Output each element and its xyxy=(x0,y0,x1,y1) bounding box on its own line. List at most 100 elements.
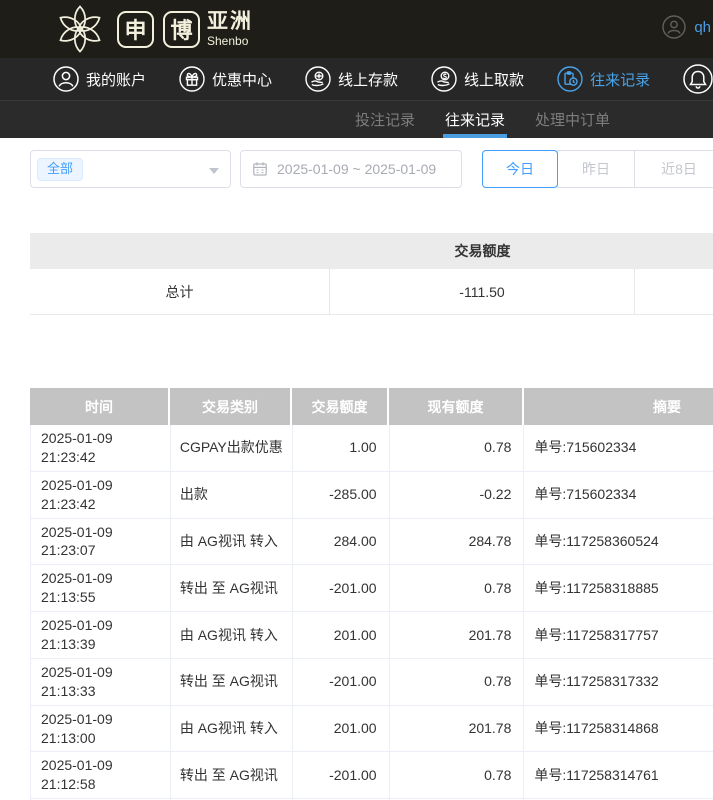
tab-label: 投注记录 xyxy=(355,109,415,130)
record-tabs: 投注记录 往来记录 处理中订单 xyxy=(355,101,610,138)
cell-summary: 单号:117258360524 xyxy=(524,519,713,565)
cell-balance: 0.78 xyxy=(390,565,525,611)
table-row: 2025-01-09 21:13:55 转出 至 AG视讯 -201.00 0.… xyxy=(30,565,713,612)
tab-betting-records[interactable]: 投注记录 xyxy=(355,101,415,138)
username-text[interactable]: qh xyxy=(694,19,711,36)
logo-region-text: 亚洲 xyxy=(207,11,253,32)
calendar-icon xyxy=(252,161,268,177)
cell-time: 2025-01-09 21:13:55 xyxy=(31,565,171,611)
column-header-type: 交易类别 xyxy=(170,388,292,425)
cell-amount: 201.00 xyxy=(293,706,390,752)
sub-nav: 投注记录 往来记录 处理中订单 xyxy=(0,100,713,138)
logo-char: 博 xyxy=(170,13,192,45)
summary-total-label: 总计 xyxy=(30,269,330,314)
cell-type: 转出 至 AG视讯 xyxy=(171,565,293,611)
records-header-row: 时间 交易类别 交易额度 现有额度 摘要 xyxy=(30,388,713,425)
cell-time: 2025-01-09 21:13:33 xyxy=(31,659,171,705)
cell-balance: 201.78 xyxy=(390,706,525,752)
records-icon xyxy=(557,66,583,92)
cell-balance: -0.22 xyxy=(390,472,525,518)
nav-item-withdraw[interactable]: 线上取款 xyxy=(431,66,524,92)
cell-time: 2025-01-09 21:23:07 xyxy=(31,519,171,565)
cell-time: 2025-01-09 21:12:58 xyxy=(31,752,171,798)
nav-item-my-account[interactable]: 我的账户 xyxy=(53,66,146,92)
cell-summary: 单号:117258317757 xyxy=(524,612,713,658)
table-row: 2025-01-09 21:23:42 CGPAY出款优惠 1.00 0.78 … xyxy=(30,425,713,472)
table-row: 2025-01-09 21:12:58 转出 至 AG视讯 -201.00 0.… xyxy=(30,752,713,799)
table-row: 2025-01-09 21:13:33 转出 至 AG视讯 -201.00 0.… xyxy=(30,659,713,706)
summary-total-row: 总计 -111.50 xyxy=(30,269,713,315)
bell-icon xyxy=(683,64,713,94)
type-select[interactable]: 全部 xyxy=(30,150,231,188)
gift-icon xyxy=(179,66,205,92)
column-header-amount: 交易额度 xyxy=(292,388,389,425)
summary-header-row: 交易额度 xyxy=(30,233,713,269)
logo-char: 申 xyxy=(124,13,146,45)
type-select-tag[interactable]: 全部 xyxy=(37,158,83,181)
page: 申 博 亚洲 Shenbo qh xyxy=(0,0,713,800)
user-area[interactable]: qh xyxy=(662,15,711,39)
cell-type: 由 AG视讯 转入 xyxy=(171,612,293,658)
nav-item-label: 我的账户 xyxy=(86,69,146,90)
cell-type: 出款 xyxy=(171,472,293,518)
tab-pending-orders[interactable]: 处理中订单 xyxy=(535,101,610,138)
cell-amount: 201.00 xyxy=(293,612,390,658)
summary-total-amount: -111.50 xyxy=(330,269,635,314)
nav-item-transaction-records[interactable]: 往来记录 xyxy=(557,66,650,92)
nav-item-label: 往来记录 xyxy=(590,69,650,90)
table-row: 2025-01-09 21:23:42 出款 -285.00 -0.22 单号:… xyxy=(30,472,713,519)
cell-time: 2025-01-09 21:23:42 xyxy=(31,472,171,518)
cell-type: 转出 至 AG视讯 xyxy=(171,752,293,798)
cell-balance: 284.78 xyxy=(390,519,525,565)
nav-item-deposit[interactable]: 线上存款 xyxy=(305,66,398,92)
cell-type: 转出 至 AG视讯 xyxy=(171,659,293,705)
tab-label: 往来记录 xyxy=(445,109,505,130)
tab-transaction-records[interactable]: 往来记录 xyxy=(445,101,505,138)
cell-type: CGPAY出款优惠 xyxy=(171,425,293,471)
cell-amount: 1.00 xyxy=(293,425,390,471)
top-bar: 申 博 亚洲 Shenbo qh xyxy=(0,0,713,58)
column-header-summary: 摘要 xyxy=(524,388,713,425)
nav-item-label: 线上取款 xyxy=(464,69,524,90)
column-header-time: 时间 xyxy=(30,388,170,425)
cell-summary: 单号:117258317332 xyxy=(524,659,713,705)
cell-time: 2025-01-09 21:13:39 xyxy=(31,612,171,658)
avatar-icon xyxy=(662,15,686,39)
table-row: 2025-01-09 21:13:00 由 AG视讯 转入 201.00 201… xyxy=(30,706,713,753)
logo-wordmark: 亚洲 Shenbo xyxy=(207,11,253,47)
cell-type: 由 AG视讯 转入 xyxy=(171,706,293,752)
tab-label: 处理中订单 xyxy=(535,109,610,130)
today-button[interactable]: 今日 xyxy=(482,150,558,188)
table-row: 2025-01-09 21:13:39 由 AG视讯 转入 201.00 201… xyxy=(30,612,713,659)
cell-type: 由 AG视讯 转入 xyxy=(171,519,293,565)
date-range-value: 2025-01-09 ~ 2025-01-09 xyxy=(277,161,436,177)
brand-logo[interactable]: 申 博 亚洲 Shenbo xyxy=(52,3,253,55)
cell-summary: 单号:117258314868 xyxy=(524,706,713,752)
user-icon xyxy=(53,66,79,92)
cell-balance: 201.78 xyxy=(390,612,525,658)
yesterday-button[interactable]: 昨日 xyxy=(557,150,635,188)
nav-item-label: 线上存款 xyxy=(338,69,398,90)
nav-item-label: 优惠中心 xyxy=(212,69,272,90)
records-table: 时间 交易类别 交易额度 现有额度 摘要 2025-01-09 21:23:42… xyxy=(30,388,713,800)
last-8-days-button[interactable]: 近8日 xyxy=(634,150,713,188)
summary-table: 交易额度 总计 -111.50 xyxy=(30,233,713,315)
cell-summary: 单号:715602334 xyxy=(524,472,713,518)
cell-amount: -201.00 xyxy=(293,659,390,705)
flower-logo-icon xyxy=(52,3,108,55)
cell-summary: 单号:715602334 xyxy=(524,425,713,471)
cell-time: 2025-01-09 21:13:00 xyxy=(31,706,171,752)
cell-amount: -201.00 xyxy=(293,752,390,798)
cell-balance: 0.78 xyxy=(390,425,525,471)
cell-amount: -201.00 xyxy=(293,565,390,611)
logo-char-box: 申 xyxy=(117,11,154,48)
logo-char-box: 博 xyxy=(163,11,200,48)
cell-balance: 0.78 xyxy=(390,659,525,705)
cell-time: 2025-01-09 21:23:42 xyxy=(31,425,171,471)
summary-amount-header: 交易额度 xyxy=(330,233,635,269)
notifications-button[interactable] xyxy=(683,64,713,94)
summary-extra-cell xyxy=(635,269,713,314)
cell-amount: -285.00 xyxy=(293,472,390,518)
nav-item-promotions[interactable]: 优惠中心 xyxy=(179,66,272,92)
date-range-picker[interactable]: 2025-01-09 ~ 2025-01-09 xyxy=(240,150,462,188)
